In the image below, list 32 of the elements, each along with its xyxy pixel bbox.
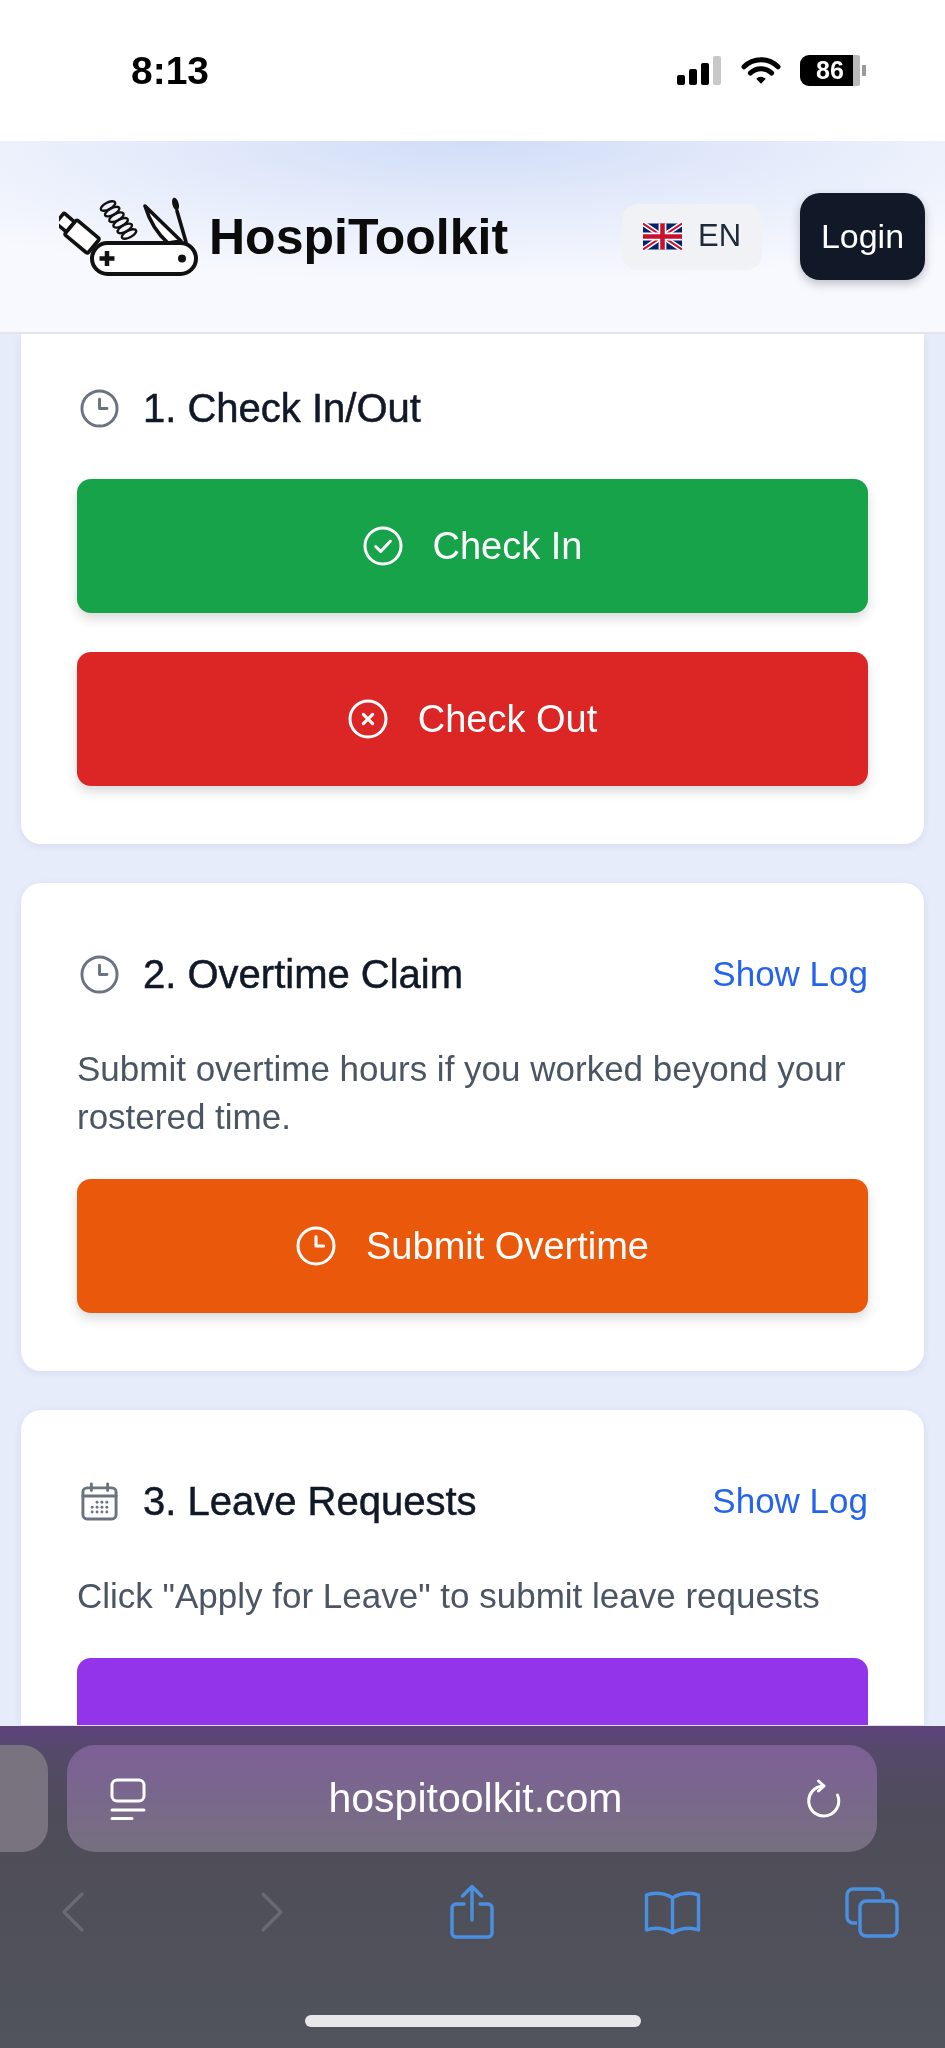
pocket-knife-logo-icon <box>59 196 199 277</box>
section-description: Click "Apply for Leave" to submit leave requests <box>77 1575 821 1617</box>
section-title: 2. Overtime Claim <box>143 952 464 996</box>
tabs-icon[interactable] <box>845 1886 899 1938</box>
reader-icon[interactable] <box>110 1777 146 1820</box>
book-icon[interactable] <box>643 1889 701 1935</box>
flag-icon <box>642 223 682 250</box>
check-out-button[interactable]: Check Out <box>77 652 868 786</box>
status-time: 8:13 <box>131 51 210 90</box>
reload-icon[interactable] <box>805 1779 842 1818</box>
check-in-button[interactable]: Check In <box>77 479 868 613</box>
section-description: Submit overtime hours if you worked beyond your rostered time. <box>77 1048 847 1138</box>
section-title: 3. Leave Requests <box>143 1479 477 1523</box>
login-button[interactable]: Login <box>800 193 925 280</box>
clock-icon <box>80 954 119 994</box>
show-log-link[interactable]: Show Log <box>712 1479 868 1523</box>
signal-icon <box>676 56 722 85</box>
battery-indicator: 86 <box>800 55 866 86</box>
section-title: 1. Check In/Out <box>143 386 421 430</box>
clock-icon <box>296 1226 336 1266</box>
clock-icon <box>80 388 119 428</box>
show-log-link[interactable]: Show Log <box>712 952 868 996</box>
address-bar[interactable]: hospitoolkit.com <box>67 1745 877 1852</box>
wifi-icon <box>740 56 782 85</box>
share-icon[interactable] <box>449 1884 495 1940</box>
x-circle-icon <box>347 699 388 739</box>
brand-name: HospiToolkit <box>209 211 509 262</box>
submit-overtime-button[interactable]: Submit Overtime <box>77 1179 868 1313</box>
language-button[interactable]: EN <box>622 203 762 270</box>
check-circle-icon <box>362 526 403 566</box>
adjacent-tab-pill[interactable] <box>0 1745 48 1852</box>
calendar-icon <box>80 1481 119 1521</box>
